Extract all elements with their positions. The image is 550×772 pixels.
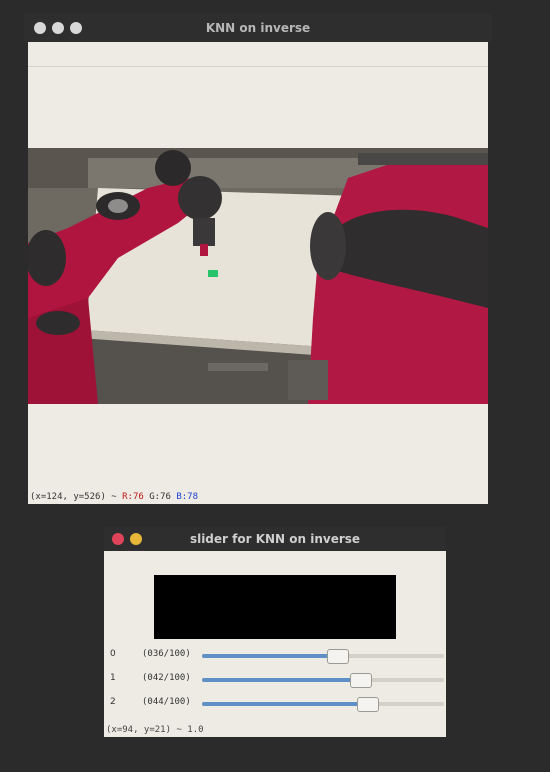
- slider-row-1: 1 (042/100): [104, 670, 446, 690]
- slider-thumb[interactable]: [349, 673, 372, 688]
- slider-value: (044/100): [142, 697, 191, 707]
- toolbar-divider: [28, 66, 488, 67]
- pixel-info-status: (x=124, y=526) ~ R:76 G:76 B:78: [30, 492, 198, 502]
- blue-value: B:78: [176, 492, 199, 502]
- slider-window: slider for KNN on inverse 0 (036/100) 1 …: [104, 527, 446, 737]
- maximize-button[interactable]: [70, 22, 82, 34]
- slider-index: 2: [110, 697, 116, 707]
- toolbar-area: [28, 42, 488, 148]
- close-button[interactable]: [34, 22, 46, 34]
- slider-thumb[interactable]: [357, 697, 380, 712]
- minimize-button[interactable]: [130, 533, 142, 545]
- slider-index: 0: [110, 649, 116, 659]
- slider-window-title: slider for KNN on inverse: [189, 532, 361, 546]
- slider-value: (036/100): [142, 649, 191, 659]
- slider-index: 1: [110, 673, 116, 683]
- cursor-coordinates: (x=124, y=526) ~: [30, 492, 123, 502]
- slider-row-2: 2 (044/100): [104, 694, 446, 714]
- slider-value: (042/100): [142, 673, 191, 683]
- slider-track[interactable]: [202, 649, 444, 664]
- main-window: KNN on inverse (x=124, y=526) ~ R:76 G:7…: [24, 14, 492, 506]
- green-value: G:76: [149, 492, 171, 502]
- slider-thumb[interactable]: [327, 649, 350, 664]
- minimize-button[interactable]: [52, 22, 64, 34]
- robot-scene-image: [28, 148, 488, 404]
- close-button[interactable]: [112, 533, 124, 545]
- slider-fill: [202, 678, 360, 682]
- slider-window-titlebar[interactable]: slider for KNN on inverse: [104, 527, 446, 551]
- preview-image: [154, 575, 396, 639]
- slider-window-status: (x=94, y=21) ~ 1.0: [106, 725, 204, 735]
- camera-image[interactable]: [28, 148, 488, 404]
- main-window-titlebar[interactable]: KNN on inverse: [24, 14, 492, 42]
- slider-window-controls: [112, 533, 142, 545]
- window-controls: [34, 22, 82, 34]
- slider-row-0: 0 (036/100): [104, 646, 446, 666]
- image-padding-area: (x=124, y=526) ~ R:76 G:76 B:78: [28, 404, 488, 504]
- main-window-title: KNN on inverse: [205, 21, 311, 35]
- slider-panel: 0 (036/100) 1 (042/100) 2 (044/100) (x=9…: [104, 551, 446, 737]
- slider-fill: [202, 702, 368, 706]
- slider-fill: [202, 654, 338, 658]
- slider-track[interactable]: [202, 697, 444, 712]
- slider-track[interactable]: [202, 673, 444, 688]
- red-value: R:76: [122, 492, 144, 502]
